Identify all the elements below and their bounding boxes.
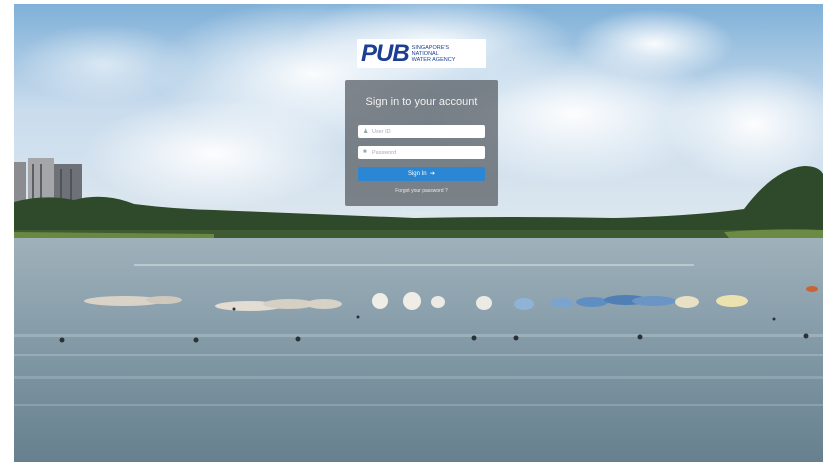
user-id-field[interactable]: ♟ [358, 125, 485, 138]
forgot-password-link[interactable]: Forgot your password ? [345, 188, 498, 194]
buildings [14, 158, 82, 204]
lock-icon: ■ [363, 149, 367, 155]
sign-in-button[interactable]: Sign In ➔ [358, 167, 485, 181]
password-field[interactable]: ■ [358, 146, 485, 159]
password-input[interactable] [372, 146, 480, 159]
user-icon: ♟ [363, 129, 369, 135]
logo-mark: PUB [361, 39, 410, 67]
user-id-input[interactable] [372, 125, 480, 138]
logo-tagline-line-3: Water Agency [411, 56, 456, 63]
background-photo [14, 4, 823, 462]
pub-logo: PUB Singapore's National Water Agency [357, 39, 486, 68]
footer-text: © PUB Singapore 2021 [393, 210, 440, 215]
arrow-circle-icon: ➔ [428, 171, 436, 177]
sign-in-label: Sign In [407, 171, 427, 177]
reservoir-scene [14, 4, 823, 462]
logo-tagline-line-1: Singapore's [411, 44, 450, 51]
logo-tagline: Singapore's National Water Agency [412, 45, 456, 63]
login-title: Sign in to your account [365, 96, 478, 108]
login-panel: Sign in to your account ♟ ■ Sign In ➔ Fo… [345, 80, 498, 206]
